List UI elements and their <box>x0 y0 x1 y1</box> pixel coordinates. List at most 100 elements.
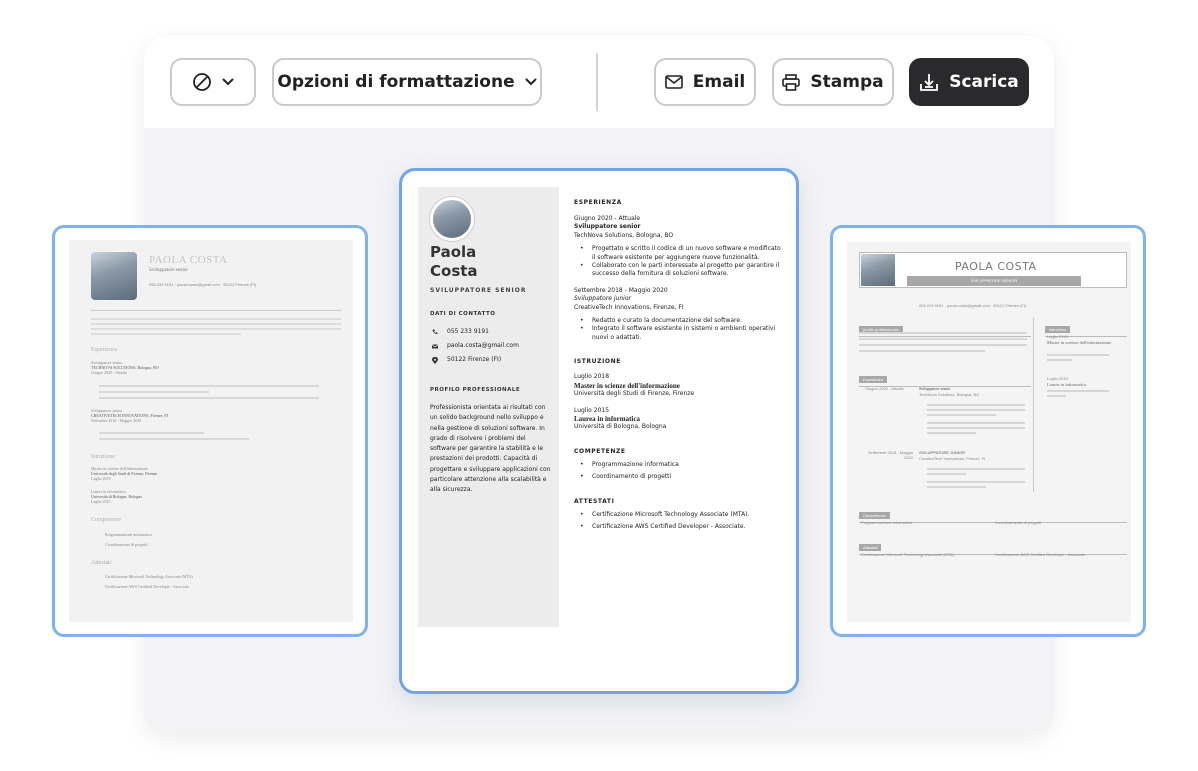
skill-item: Coordinamento di progetti <box>574 473 784 482</box>
job2-company: CreativeTech Innovations, Firenze, FI <box>574 303 684 311</box>
edu1-date: Luglio 2018 <box>91 476 111 481</box>
experience-section: Esperienza <box>859 368 1031 387</box>
avatar <box>861 254 895 286</box>
bullet-item: Progettato e scritto il codice di un nuo… <box>574 245 784 262</box>
job2-dates: Settembre 2018 - Maggio 2020 <box>574 286 668 294</box>
job2-bullets <box>99 432 249 440</box>
job1-bullets: Progettato e scritto il codice di un nuo… <box>574 245 784 279</box>
bullet-item: Collaborato con le parti interessate al … <box>574 262 784 279</box>
skill-item: Programmazione informatica <box>105 532 152 537</box>
email-button[interactable]: Email <box>654 58 756 106</box>
cert-item: Certificazione AWS Certified Developer -… <box>105 584 190 589</box>
edu1-degree: Master in scienze dell'informazione <box>574 381 680 390</box>
print-label: Stampa <box>810 72 884 92</box>
format-options-dropdown[interactable]: Opzioni di formattazione <box>272 58 542 106</box>
profile-lines <box>859 332 1027 352</box>
skill-item: Programmazione informatica <box>574 461 784 470</box>
cert-item: Certificazione Microsoft Technology Asso… <box>861 552 956 557</box>
resume-name: PAOLA COSTA <box>149 254 228 266</box>
phone-text: 055 233 9191 <box>447 328 489 335</box>
email-label: Email <box>692 72 746 92</box>
job2-company: CreativeTech Innovations, Firenze, FI <box>919 456 986 461</box>
edu1-date: Luglio 2018 <box>1047 334 1068 339</box>
skills-heading: COMPETENZE <box>574 447 626 455</box>
resume-sidebar: Paola Costa SVILUPPATORE SENIOR DATI DI … <box>418 187 559 627</box>
location-pin-icon <box>432 356 438 364</box>
contact-heading: DATI DI CONTATTO <box>430 311 496 317</box>
edu2-date: Luglio 2015 <box>574 406 610 414</box>
edu2-date: Luglio 2015 <box>1047 376 1068 381</box>
job2-bullets <box>927 468 1025 488</box>
avatar <box>430 197 474 241</box>
certs-heading: Attestati <box>859 544 882 551</box>
resume-main-column: ESPERIENZA Giugno 2020 - Attuale Svilupp… <box>574 199 784 532</box>
edu2-date: Luglio 2015 <box>91 499 111 504</box>
contact-line: 055 233 9191 · paola.costa@gmail.com · 5… <box>149 282 257 287</box>
edu1-degree: Master in scienze dell'informazione <box>1047 340 1112 345</box>
last-name: Costa <box>430 262 478 280</box>
contact-list: 055 233 9191 paola.costa@gmail.com 50122… <box>432 325 519 367</box>
toolbar: Opzioni di formattazione Email Stampa Sc… <box>144 36 1054 128</box>
resume-role: SVILUPPATORE SENIOR <box>430 287 527 294</box>
certs-list: Certificazione Microsoft Technology Asso… <box>574 511 784 532</box>
divider <box>91 310 341 311</box>
template-card-left[interactable]: PAOLA COSTA Sviluppatore senior 055 233 … <box>52 225 368 637</box>
mail-icon <box>664 75 683 89</box>
print-button[interactable]: Stampa <box>772 58 894 106</box>
cert-item: Certificazione AWS Certified Developer -… <box>995 552 1087 557</box>
skill-item: Coordinamento di progetti <box>995 520 1042 525</box>
experience-heading: Esperienza <box>859 376 888 383</box>
template-card-selected[interactable]: Paola Costa SVILUPPATORE SENIOR DATI DI … <box>399 168 799 694</box>
chevron-down-icon <box>525 78 537 86</box>
download-button[interactable]: Scarica <box>909 58 1029 106</box>
contact-line: 055 233 9191 · paola.costa@gmail.com · 5… <box>919 303 1027 308</box>
profile-text: Professionista orientata ai risultati co… <box>430 404 551 494</box>
template-right-page: PAOLA COSTA SVILUPPATORE SENIOR 055 233 … <box>847 242 1131 622</box>
format-options-label: Opzioni di formattazione <box>277 72 515 92</box>
resume-name: PAOLA COSTA <box>955 260 1037 273</box>
bullet-item: Redatto e curato la documentazione del s… <box>574 317 784 326</box>
no-style-dropdown[interactable] <box>170 58 256 106</box>
edu2-degree: Laurea in informatica <box>574 414 640 423</box>
download-icon <box>920 73 939 91</box>
job1-company: TechNova Solutions, Bologna, BO <box>574 231 674 239</box>
email-text: paola.costa@gmail.com <box>447 342 519 349</box>
job1-dates: Giugno 2020 - Attuale <box>865 386 904 391</box>
mail-icon <box>432 344 438 348</box>
email-row: paola.costa@gmail.com <box>432 339 519 353</box>
certs-heading: Attestati <box>91 560 112 566</box>
chevron-down-icon <box>222 78 234 86</box>
resume-name: Paola Costa <box>430 243 478 281</box>
edu1-school: Università degli Studi di Firenze, Firen… <box>574 390 695 398</box>
profile-heading: PROFILO PROFESSIONALE <box>430 387 521 393</box>
bullet-item: Integrato il software esistente in siste… <box>574 325 784 342</box>
education-heading: Istruzione <box>1045 326 1071 333</box>
printer-icon <box>782 73 801 91</box>
avatar <box>91 252 137 300</box>
resume-role: Sviluppatore senior <box>149 268 189 273</box>
edu2-school-lines <box>1047 390 1109 397</box>
edu1-date: Luglio 2018 <box>574 373 610 381</box>
stage: Opzioni di formattazione Email Stampa Sc… <box>0 0 1198 771</box>
edu2-school: Università di Bologna, Bologna <box>574 423 667 431</box>
template-left-page: PAOLA COSTA Sviluppatore senior 055 233 … <box>69 240 353 622</box>
education-heading: Istruzione <box>91 454 115 460</box>
job1-company: TechNova Solutions, Bologna, BO <box>919 392 980 397</box>
column-divider <box>1033 318 1034 492</box>
cert-item: Certificazione Microsoft Technology Asso… <box>105 574 194 579</box>
phone-row: 055 233 9191 <box>432 325 519 339</box>
download-label: Scarica <box>949 72 1019 92</box>
phone-icon <box>432 329 438 335</box>
job2-dates: Settembre 2018 - Maggio 2020 <box>867 450 913 460</box>
job1-bullets <box>927 404 1025 434</box>
template-card-right[interactable]: PAOLA COSTA SVILUPPATORE SENIOR 055 233 … <box>830 225 1146 637</box>
address-row: 50122 Firenze (FI) <box>432 353 519 367</box>
cert-item: Certificazione AWS Certified Developer -… <box>574 523 784 532</box>
certs-heading: ATTESTATI <box>574 497 615 505</box>
slash-circle-icon <box>193 73 211 91</box>
job2-dates: Settembre 2018 - Maggio 2020 <box>91 418 141 423</box>
education-heading: ISTRUZIONE <box>574 358 621 366</box>
skill-item: Coordinamento di progetti <box>105 542 148 547</box>
job1-dates: Giugno 2020 - Attuale <box>574 215 641 222</box>
experience-heading: ESPERIENZA <box>574 199 622 206</box>
